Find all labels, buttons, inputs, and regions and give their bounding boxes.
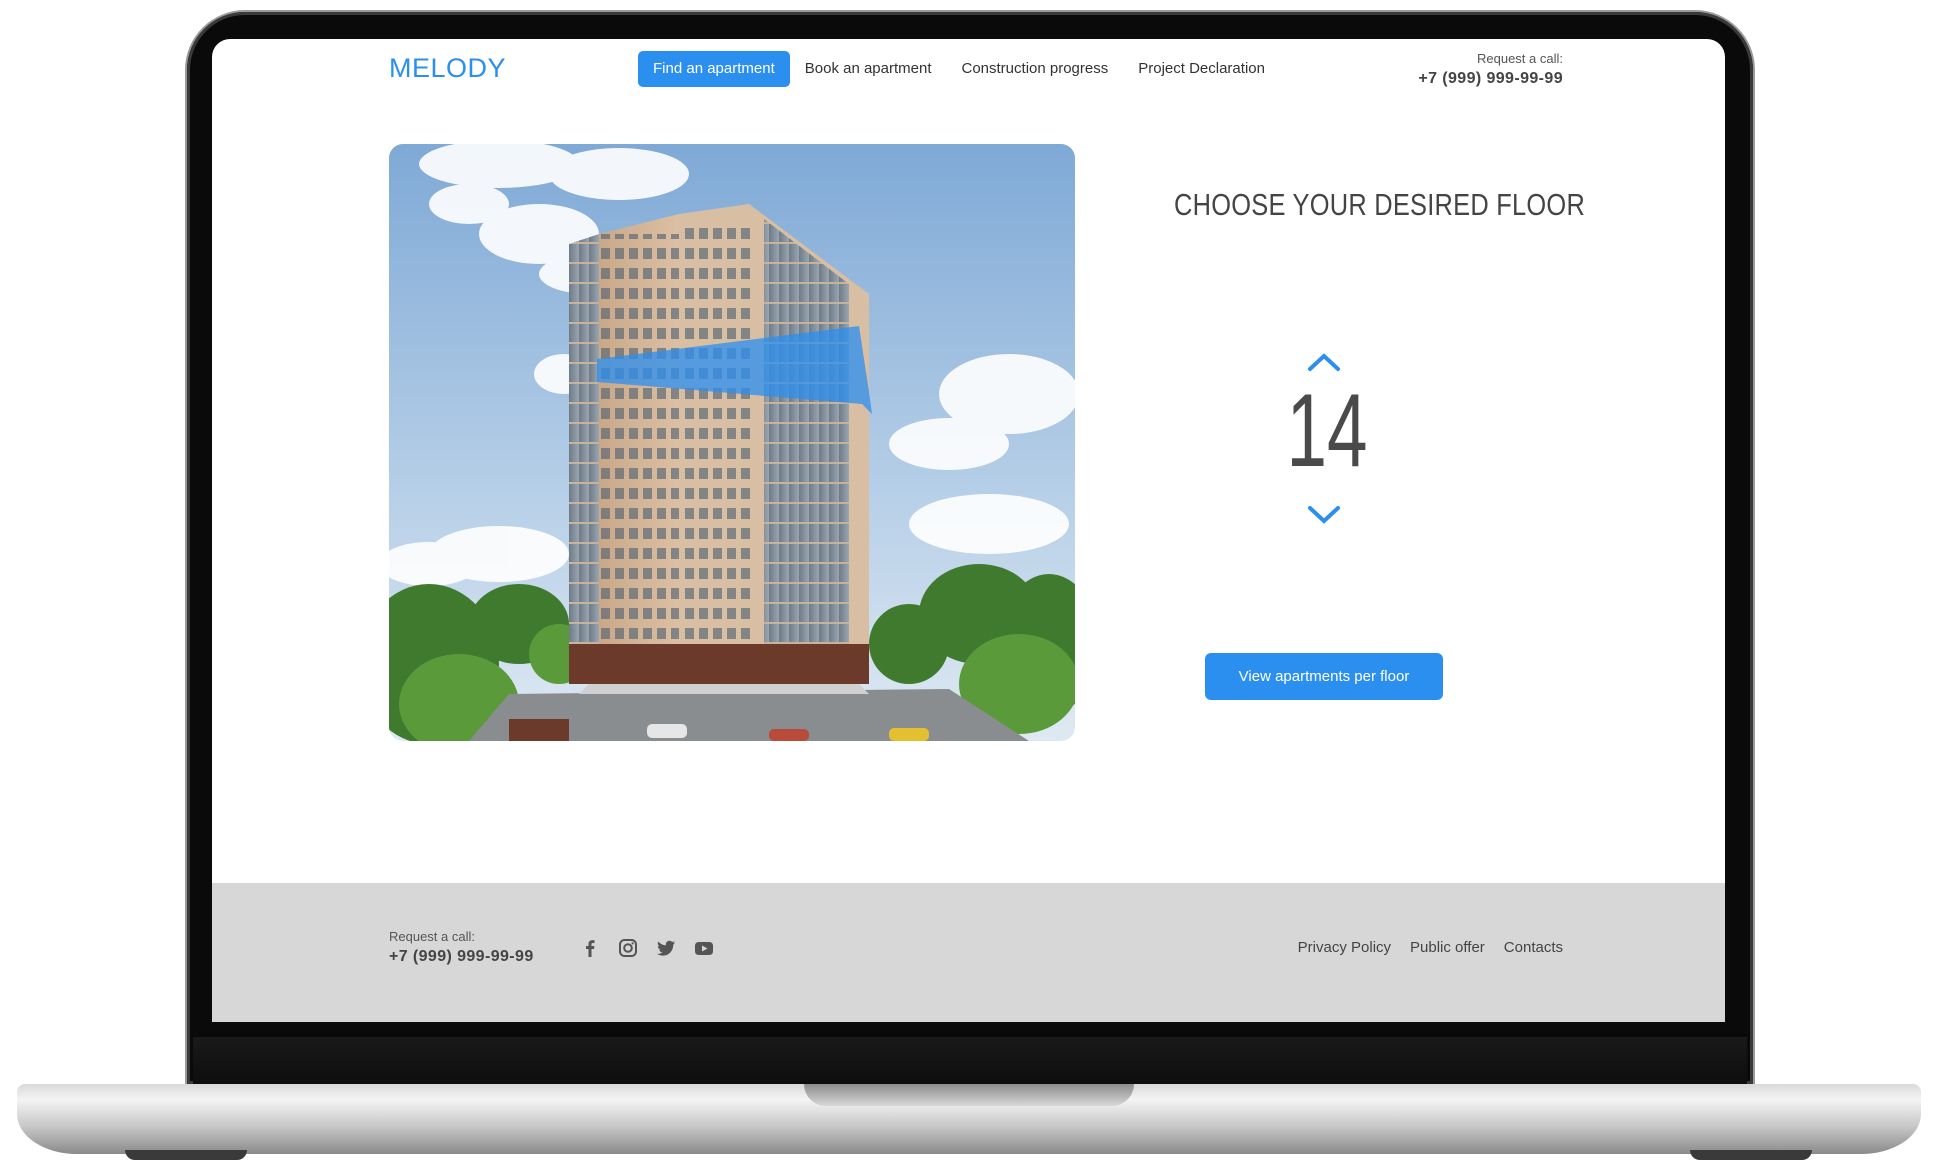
header-call-label: Request a call: — [1477, 51, 1563, 66]
brand-logo[interactable]: MELODY — [389, 53, 506, 84]
instagram-icon[interactable] — [617, 937, 639, 959]
building-image — [389, 144, 1075, 741]
laptop-foot-left — [125, 1150, 247, 1160]
footer-call: Request a call: +7 (999) 999-99-99 — [389, 929, 534, 966]
laptop-bezel-bottom — [193, 1037, 1747, 1085]
youtube-icon[interactable] — [693, 937, 715, 959]
footer-link-public-offer[interactable]: Public offer — [1410, 939, 1485, 956]
header-call: Request a call: +7 (999) 999-99-99 — [1418, 51, 1563, 88]
social-links — [579, 937, 715, 959]
laptop-foot-right — [1690, 1150, 1812, 1160]
nav-project-declaration[interactable]: Project Declaration — [1123, 51, 1280, 87]
footer-phone-link[interactable]: +7 (999) 999-99-99 — [389, 948, 534, 966]
site-footer: Request a call: +7 (999) 999-99-99 Priva… — [212, 883, 1725, 1022]
main-nav: Find an apartment Book an apartment Cons… — [638, 51, 1280, 87]
footer-link-privacy-policy[interactable]: Privacy Policy — [1298, 939, 1391, 956]
nav-construction-progress[interactable]: Construction progress — [947, 51, 1124, 87]
chevron-up-icon[interactable] — [1306, 351, 1342, 373]
selected-floor-number: 14 — [1286, 373, 1368, 489]
twitter-icon[interactable] — [655, 937, 677, 959]
nav-find-apartment[interactable]: Find an apartment — [638, 51, 790, 87]
laptop-notch — [804, 1084, 1134, 1106]
nav-book-apartment[interactable]: Book an apartment — [790, 51, 947, 87]
footer-links: Privacy Policy Public offer Contacts — [1298, 939, 1563, 956]
view-apartments-button[interactable]: View apartments per floor — [1205, 653, 1443, 700]
site-header: MELODY Find an apartment Book an apartme… — [212, 39, 1725, 139]
building-illustration — [389, 144, 1075, 741]
header-phone-link[interactable]: +7 (999) 999-99-99 — [1418, 70, 1563, 88]
floor-chooser-title: CHOOSE YOUR DESIRED FLOOR — [1174, 187, 1586, 222]
browser-viewport: MELODY Find an apartment Book an apartme… — [212, 39, 1725, 1022]
facebook-icon[interactable] — [579, 937, 601, 959]
chevron-down-icon[interactable] — [1306, 504, 1342, 526]
footer-link-contacts[interactable]: Contacts — [1504, 939, 1563, 956]
footer-call-label: Request a call: — [389, 929, 475, 944]
